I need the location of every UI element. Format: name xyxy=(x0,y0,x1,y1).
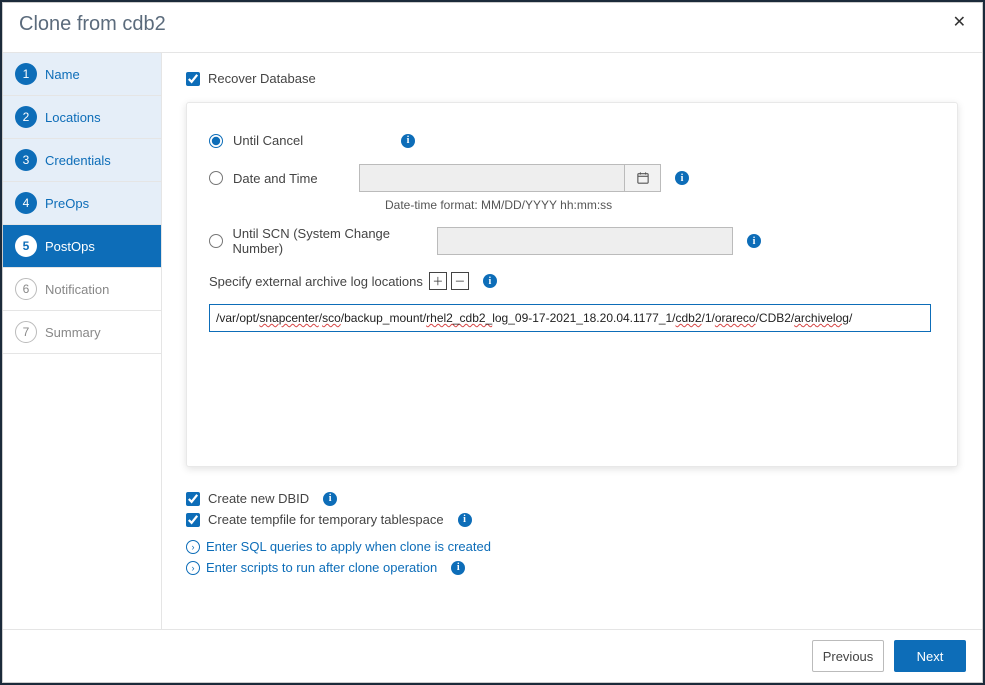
recover-database-row: Recover Database xyxy=(186,71,958,86)
step-number: 5 xyxy=(15,235,37,257)
new-dbid-row: Create new DBID i xyxy=(186,491,958,506)
step-label: Credentials xyxy=(45,153,111,168)
info-icon[interactable]: i xyxy=(451,561,465,575)
sidebar-step-locations[interactable]: 2 Locations xyxy=(3,96,161,139)
step-number: 2 xyxy=(15,106,37,128)
archive-log-path-input[interactable]: /var/opt/snapcenter/sco/backup_mount/rhe… xyxy=(209,304,931,332)
step-label: PreOps xyxy=(45,196,89,211)
info-icon[interactable]: i xyxy=(675,171,689,185)
main-panel: Recover Database Until Cancel i Date and… xyxy=(162,53,982,629)
recover-database-label: Recover Database xyxy=(208,71,316,86)
step-number: 1 xyxy=(15,63,37,85)
dialog-footer: Previous Next xyxy=(3,629,982,682)
tempfile-row: Create tempfile for temporary tablespace… xyxy=(186,512,958,527)
until-scn-row: Until SCN (System Change Number) i xyxy=(209,226,931,256)
recover-database-checkbox[interactable] xyxy=(186,72,200,86)
clone-dialog: Clone from cdb2 ✕ 1 Name 2 Locations 3 C… xyxy=(2,2,983,683)
scn-input[interactable] xyxy=(437,227,733,255)
archive-log-label: Specify external archive log locations xyxy=(209,274,423,289)
remove-location-icon[interactable]: － xyxy=(451,272,469,290)
date-time-row: Date and Time i xyxy=(209,164,931,192)
step-label: Notification xyxy=(45,282,109,297)
until-scn-radio[interactable] xyxy=(209,234,223,248)
previous-button[interactable]: Previous xyxy=(812,640,884,672)
info-icon[interactable]: i xyxy=(747,234,761,248)
sidebar-step-credentials[interactable]: 3 Credentials xyxy=(3,139,161,182)
dialog-body: 1 Name 2 Locations 3 Credentials 4 PreOp… xyxy=(3,53,982,629)
until-cancel-row: Until Cancel i xyxy=(209,133,931,148)
step-number: 7 xyxy=(15,321,37,343)
tempfile-checkbox[interactable] xyxy=(186,513,200,527)
chevron-right-icon: › xyxy=(186,561,200,575)
recover-options-card: Until Cancel i Date and Time i xyxy=(186,102,958,467)
date-time-label: Date and Time xyxy=(233,171,318,186)
date-time-input[interactable] xyxy=(359,164,625,192)
step-label: Summary xyxy=(45,325,101,340)
date-format-hint: Date-time format: MM/DD/YYYY hh:mm:ss xyxy=(385,198,931,212)
scripts-label: Enter scripts to run after clone operati… xyxy=(206,560,437,575)
close-icon[interactable]: ✕ xyxy=(953,13,966,31)
archive-log-label-row: Specify external archive log locations ＋… xyxy=(209,272,931,290)
step-number: 3 xyxy=(15,149,37,171)
step-label: PostOps xyxy=(45,239,95,254)
chevron-right-icon: › xyxy=(186,540,200,554)
until-cancel-label: Until Cancel xyxy=(233,133,303,148)
add-location-icon[interactable]: ＋ xyxy=(429,272,447,290)
new-dbid-label: Create new DBID xyxy=(208,491,309,506)
sidebar-step-name[interactable]: 1 Name xyxy=(3,53,161,96)
sidebar-step-postops[interactable]: 5 PostOps xyxy=(3,225,161,268)
info-icon[interactable]: i xyxy=(458,513,472,527)
until-scn-label: Until SCN (System Change Number) xyxy=(233,226,437,256)
new-dbid-checkbox[interactable] xyxy=(186,492,200,506)
step-label: Locations xyxy=(45,110,101,125)
date-time-radio[interactable] xyxy=(209,171,223,185)
step-label: Name xyxy=(45,67,80,82)
dialog-title: Clone from cdb2 xyxy=(19,13,166,36)
tempfile-label: Create tempfile for temporary tablespace xyxy=(208,512,444,527)
sidebar-step-notification[interactable]: 6 Notification xyxy=(3,268,161,311)
info-icon[interactable]: i xyxy=(323,492,337,506)
wizard-sidebar: 1 Name 2 Locations 3 Credentials 4 PreOp… xyxy=(3,53,162,629)
until-cancel-radio[interactable] xyxy=(209,134,223,148)
sql-queries-expand[interactable]: › Enter SQL queries to apply when clone … xyxy=(186,539,958,554)
info-icon[interactable]: i xyxy=(401,134,415,148)
step-number: 6 xyxy=(15,278,37,300)
next-button[interactable]: Next xyxy=(894,640,966,672)
step-number: 4 xyxy=(15,192,37,214)
scripts-expand[interactable]: › Enter scripts to run after clone opera… xyxy=(186,560,958,575)
calendar-icon[interactable] xyxy=(625,164,661,192)
sql-queries-label: Enter SQL queries to apply when clone is… xyxy=(206,539,491,554)
sidebar-step-summary[interactable]: 7 Summary xyxy=(3,311,161,354)
sidebar-step-preops[interactable]: 4 PreOps xyxy=(3,182,161,225)
dialog-header: Clone from cdb2 ✕ xyxy=(3,3,982,53)
info-icon[interactable]: i xyxy=(483,274,497,288)
